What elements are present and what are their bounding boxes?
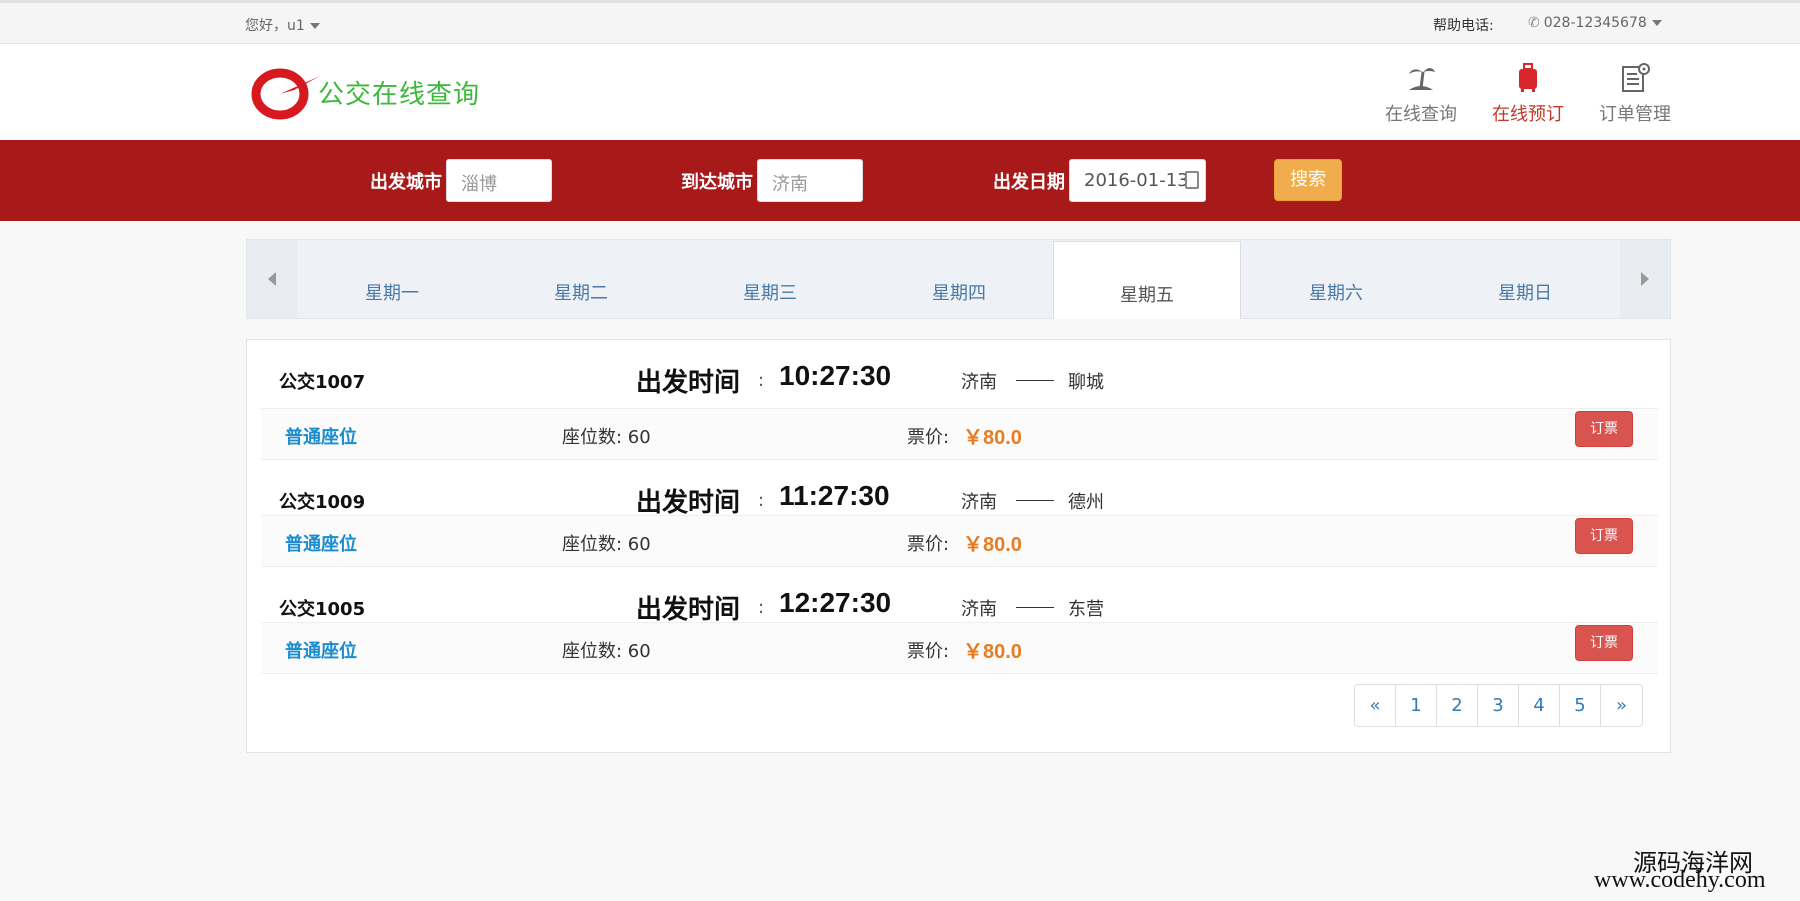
search-button[interactable]: 搜索 <box>1274 159 1342 201</box>
caret-down-icon <box>1651 20 1662 26</box>
to-city: 东营 <box>1068 599 1104 620</box>
next-week-arrow[interactable] <box>1620 240 1670 318</box>
seat-row: 普通座位 座位数: 60 票价: ￥80.0 订票 <box>261 408 1658 460</box>
seat-row: 普通座位 座位数: 60 票价: ￥80.0 订票 <box>261 622 1658 674</box>
seat-type: 普通座位 <box>285 641 357 662</box>
page-next[interactable]: » <box>1601 685 1642 726</box>
page-3[interactable]: 3 <box>1478 685 1519 726</box>
to-city: 聊城 <box>1068 372 1104 393</box>
caret-down-icon <box>309 23 320 29</box>
seat-count: 座位数: 60 <box>562 641 651 662</box>
page-5[interactable]: 5 <box>1560 685 1601 726</box>
from-city-input[interactable]: 淄博 <box>446 159 552 202</box>
colon: : <box>758 370 765 391</box>
seat-type: 普通座位 <box>285 427 357 448</box>
depart-time: 11:27:30 <box>779 480 890 511</box>
date-input[interactable]: 2016-01-13 <box>1069 159 1206 202</box>
top-bar: 您好，u1 帮助电话: ✆ 028-12345678 <box>0 0 1800 44</box>
date-label: 出发日期 <box>993 172 1065 193</box>
order-settings-icon <box>1622 63 1650 92</box>
price-label: 票价: <box>907 427 950 448</box>
nav-online-booking[interactable]: 在线预订 <box>1483 62 1573 126</box>
depart-label: 出发时间 <box>636 488 741 518</box>
logo-icon <box>251 68 320 120</box>
from-city: 济南 <box>961 372 997 393</box>
from-city-label: 出发城市 <box>370 172 442 193</box>
page-2[interactable]: 2 <box>1437 685 1478 726</box>
nav-order-management[interactable]: 订单管理 <box>1590 62 1680 126</box>
arrow-left-icon <box>268 272 276 286</box>
book-button[interactable]: 订票 <box>1575 411 1633 447</box>
route-dash <box>1016 607 1054 608</box>
tab-thursday[interactable]: 星期四 <box>865 240 1053 318</box>
site-header: 公交在线查询 在线查询 在线预订 订单管理 <box>0 44 1800 140</box>
tab-saturday[interactable]: 星期六 <box>1242 240 1430 318</box>
price: ￥80.0 <box>963 641 1022 663</box>
depart-label: 出发时间 <box>636 368 741 398</box>
nav-label: 在线预订 <box>1492 104 1564 125</box>
trip-row: 公交1007 出发时间 : 10:27:30 济南 聊城 <box>261 340 1658 408</box>
depart-label: 出发时间 <box>636 595 741 625</box>
date-value: 2016-01-13 <box>1084 170 1189 191</box>
nav-label: 在线查询 <box>1385 104 1457 125</box>
tab-monday[interactable]: 星期一 <box>298 240 486 318</box>
user-greeting-dropdown[interactable]: 您好，u1 <box>245 15 320 35</box>
from-city: 济南 <box>961 599 997 620</box>
from-city: 济南 <box>961 492 997 513</box>
phone-dropdown[interactable]: ✆ 028-12345678 <box>1528 15 1662 31</box>
page-prev[interactable]: « <box>1355 685 1396 726</box>
to-city-placeholder: 济南 <box>772 174 808 195</box>
tab-friday[interactable]: 星期五 <box>1053 241 1241 319</box>
tab-tuesday[interactable]: 星期二 <box>487 240 675 318</box>
brand-title: 公交在线查询 <box>318 80 481 110</box>
colon: : <box>758 490 765 511</box>
pagination: « 1 2 3 4 5 » <box>1354 684 1643 727</box>
price-label: 票价: <box>907 641 950 662</box>
book-button[interactable]: 订票 <box>1575 625 1633 661</box>
tab-wednesday[interactable]: 星期三 <box>676 240 864 318</box>
from-city-placeholder: 淄博 <box>461 174 497 195</box>
depart-time: 10:27:30 <box>779 360 892 391</box>
route-dash <box>1016 500 1054 501</box>
colon: : <box>758 597 765 618</box>
palm-island-icon <box>1409 68 1435 90</box>
tab-sunday[interactable]: 星期日 <box>1431 240 1619 318</box>
results-panel: 公交1007 出发时间 : 10:27:30 济南 聊城 普通座位 座位数: 6… <box>246 339 1671 753</box>
phone-number: 028-12345678 <box>1543 15 1647 31</box>
price: ￥80.0 <box>963 427 1022 449</box>
page-4[interactable]: 4 <box>1519 685 1560 726</box>
seat-count: 座位数: 60 <box>562 534 651 555</box>
weekday-tabs: 星期一 星期二 星期三 星期四 星期五 星期六 星期日 <box>246 239 1671 319</box>
page-1[interactable]: 1 <box>1396 685 1437 726</box>
nav-online-query[interactable]: 在线查询 <box>1376 62 1466 126</box>
to-city: 德州 <box>1068 492 1104 513</box>
prev-week-arrow[interactable] <box>247 240 297 318</box>
bus-number: 公交1005 <box>279 599 366 620</box>
seat-type: 普通座位 <box>285 534 357 555</box>
book-button[interactable]: 订票 <box>1575 518 1633 554</box>
depart-time: 12:27:30 <box>779 587 892 618</box>
luggage-icon <box>1519 63 1537 92</box>
nav-label: 订单管理 <box>1599 104 1671 125</box>
to-city-label: 到达城市 <box>681 172 753 193</box>
route-dash <box>1016 380 1054 381</box>
price: ￥80.0 <box>963 534 1022 556</box>
seat-count: 座位数: 60 <box>562 427 651 448</box>
phone-icon: ✆ <box>1528 15 1540 31</box>
calendar-icon[interactable] <box>1185 171 1199 189</box>
search-band: 出发城市 淄博 到达城市 济南 出发日期 2016-01-13 搜索 <box>0 140 1800 221</box>
bus-number: 公交1007 <box>279 372 366 393</box>
seat-row: 普通座位 座位数: 60 票价: ￥80.0 订票 <box>261 515 1658 567</box>
price-label: 票价: <box>907 534 950 555</box>
watermark-line2: www.codehy.com <box>1594 867 1766 893</box>
arrow-right-icon <box>1641 272 1649 286</box>
greeting-text: 您好，u1 <box>245 18 305 34</box>
to-city-input[interactable]: 济南 <box>757 159 863 202</box>
help-label: 帮助电话: <box>1433 18 1494 34</box>
bus-number: 公交1009 <box>279 492 366 513</box>
